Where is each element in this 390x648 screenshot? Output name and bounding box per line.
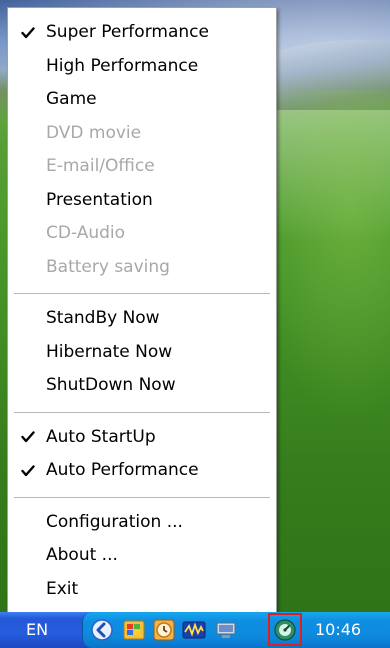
menu-item-label: Exit — [46, 578, 79, 599]
windows-flag-icon[interactable] — [122, 618, 146, 642]
language-indicator[interactable]: EN — [26, 612, 48, 648]
menu-item-auto-startup[interactable]: Auto StartUp — [8, 421, 276, 455]
menu-separator — [14, 496, 270, 498]
menu-item-label: Battery saving — [46, 256, 170, 277]
menu-item-battery-saving[interactable]: Battery saving — [8, 251, 276, 285]
clock-icon[interactable] — [152, 618, 176, 642]
menu-item-auto-performance[interactable]: Auto Performance — [8, 454, 276, 488]
menu-item-label: Hibernate Now — [46, 341, 173, 362]
menu-item-label: Super Performance — [46, 22, 209, 42]
menu-item-high-performance[interactable]: High Performance — [8, 50, 276, 84]
menu-item-label: Auto Performance — [46, 460, 199, 480]
menu-item-label: Configuration ... — [46, 511, 183, 532]
menu-item-hibernate-now[interactable]: Hibernate Now — [8, 336, 276, 370]
menu-item-exit[interactable]: Exit — [8, 573, 276, 607]
menu-item-label: High Performance — [46, 55, 199, 76]
menu-separator — [14, 293, 270, 294]
tray-icon-highlight — [268, 613, 302, 646]
menu-item-label: CD-Audio — [46, 223, 126, 243]
menu-separator — [14, 411, 270, 413]
chevron-left-icon[interactable] — [90, 618, 114, 642]
menu-item-label: Presentation — [46, 189, 153, 210]
menu-item-label: ShutDown Now — [46, 375, 176, 395]
menu-item-standby-now[interactable]: StandBy Now — [8, 302, 276, 336]
menu-item-e-mail-office[interactable]: E-mail/Office — [8, 150, 276, 184]
checkmark-icon — [19, 454, 37, 488]
network-icon[interactable] — [214, 618, 238, 642]
menu-item-dvd-movie[interactable]: DVD movie — [8, 117, 276, 151]
menu-item-game[interactable]: Game — [8, 83, 276, 117]
menu-item-label: About ... — [46, 545, 118, 565]
graph-icon[interactable] — [182, 618, 206, 642]
menu-item-label: Auto StartUp — [46, 426, 156, 447]
checkmark-icon — [19, 421, 37, 455]
menu-item-configuration[interactable]: Configuration ... — [8, 506, 276, 540]
menu-item-label: DVD movie — [46, 122, 142, 143]
taskbar-clock[interactable]: 10:46 — [315, 612, 361, 648]
context-menu: Super Performance High Performance Game DVD… — [7, 7, 277, 613]
menu-item-cd-audio[interactable]: CD-Audio — [8, 217, 276, 251]
menu-item-super-performance[interactable]: Super Performance — [8, 16, 276, 50]
menu-item-presentation[interactable]: Presentation — [8, 184, 276, 218]
checkmark-icon — [19, 16, 37, 50]
menu-item-label: StandBy Now — [46, 308, 160, 328]
menu-item-shutdown-now[interactable]: ShutDown Now — [8, 369, 276, 403]
menu-item-about[interactable]: About ... — [8, 539, 276, 573]
menu-item-label: Game — [46, 89, 97, 109]
menu-item-label: E-mail/Office — [46, 156, 155, 176]
desktop: Super Performance High Performance Game DVD… — [0, 0, 390, 648]
